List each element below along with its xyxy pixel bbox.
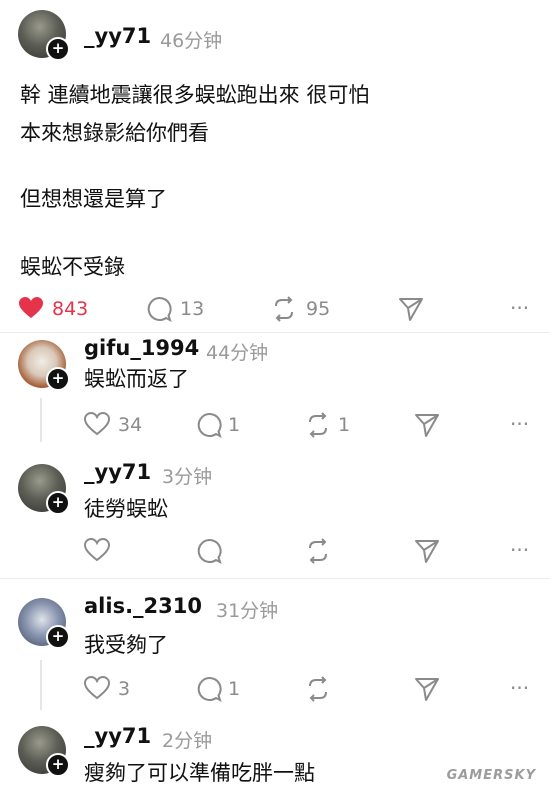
- more-options-icon[interactable]: ···: [510, 676, 529, 700]
- comment-count: 13: [180, 298, 205, 320]
- reply-time: 3分钟: [162, 466, 213, 488]
- share-icon[interactable]: [414, 538, 440, 564]
- reply-time: 31分钟: [216, 600, 279, 622]
- comment-icon[interactable]: [196, 676, 222, 702]
- share-icon[interactable]: [414, 412, 440, 438]
- follow-plus-icon[interactable]: +: [46, 37, 70, 61]
- heart-icon[interactable]: [84, 538, 110, 562]
- reply-time: 44分钟: [206, 342, 269, 364]
- more-options-icon[interactable]: ···: [510, 538, 529, 562]
- reply-text: 徒勞蜈蚣: [84, 497, 168, 521]
- reply-username[interactable]: _yy71: [84, 724, 151, 748]
- more-options-icon[interactable]: ···: [510, 296, 529, 320]
- like-count: 3: [118, 678, 131, 700]
- thread-line: [40, 660, 42, 710]
- repost-count: 95: [306, 298, 331, 320]
- comment-icon[interactable]: [196, 412, 222, 438]
- repost-icon[interactable]: [304, 676, 332, 702]
- share-icon[interactable]: [414, 676, 440, 702]
- reply-text: 我受夠了: [84, 633, 168, 657]
- follow-plus-icon[interactable]: +: [46, 625, 70, 649]
- follow-plus-icon[interactable]: +: [46, 491, 70, 515]
- divider: [0, 332, 550, 333]
- reply-text: 瘦夠了可以準備吃胖一點: [84, 761, 315, 785]
- reply-text: 蜈蚣而返了: [84, 367, 189, 391]
- follow-plus-icon[interactable]: +: [46, 367, 70, 391]
- avatar[interactable]: +: [18, 726, 70, 777]
- post-line-4: 蜈蚣不受錄: [20, 255, 125, 279]
- avatar[interactable]: +: [18, 598, 70, 649]
- thread-line: [40, 398, 42, 442]
- watermark: GAMERSKY: [446, 768, 536, 783]
- avatar[interactable]: +: [18, 340, 70, 391]
- avatar[interactable]: +: [18, 10, 70, 61]
- post-time: 46分钟: [160, 30, 223, 52]
- like-count: 34: [118, 414, 143, 436]
- post-line-3: 但想想還是算了: [20, 187, 167, 211]
- reply-username[interactable]: alis._2310: [84, 594, 202, 618]
- comment-icon[interactable]: [146, 296, 172, 322]
- divider: [0, 578, 550, 579]
- comment-count: 1: [228, 414, 241, 436]
- heart-icon[interactable]: [18, 296, 44, 320]
- reply-username[interactable]: _yy71: [84, 460, 151, 484]
- repost-count: 1: [338, 414, 351, 436]
- post-line-2: 本來想錄影給你們看: [20, 121, 209, 145]
- more-options-icon[interactable]: ···: [510, 412, 529, 436]
- repost-icon[interactable]: [304, 538, 332, 564]
- heart-icon[interactable]: [84, 412, 110, 436]
- like-count: 843: [52, 298, 89, 320]
- post-username[interactable]: _yy71: [84, 24, 151, 48]
- repost-icon[interactable]: [304, 412, 332, 438]
- post-line-1: 幹 連續地震讓很多蜈蚣跑出來 很可怕: [20, 83, 370, 107]
- reply-time: 2分钟: [162, 730, 213, 752]
- comment-icon[interactable]: [196, 538, 222, 564]
- reply-username[interactable]: gifu_1994: [84, 336, 199, 360]
- repost-icon[interactable]: [270, 296, 298, 322]
- avatar[interactable]: +: [18, 464, 70, 515]
- heart-icon[interactable]: [84, 676, 110, 700]
- comment-count: 1: [228, 678, 241, 700]
- follow-plus-icon[interactable]: +: [46, 753, 70, 777]
- share-icon[interactable]: [398, 296, 424, 322]
